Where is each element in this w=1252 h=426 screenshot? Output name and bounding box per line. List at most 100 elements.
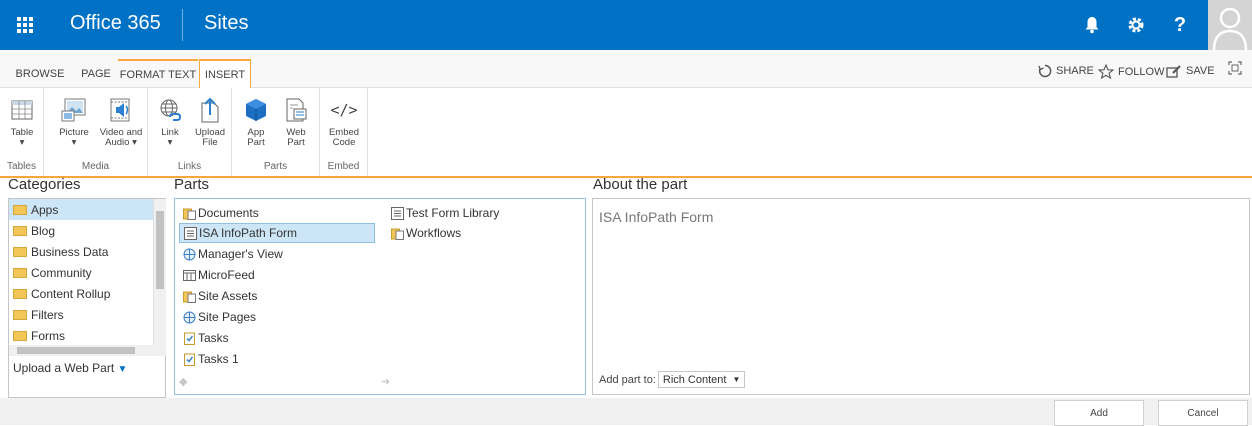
about-panel: ISA InfoPath Form Add part to: Rich Cont… <box>592 198 1250 395</box>
categories-panel: Apps Blog Business Data Community Conten… <box>8 198 166 398</box>
part-label: Manager's View <box>198 247 283 261</box>
add-part-to-label: Add part to: <box>599 373 656 386</box>
folder-icon <box>13 204 27 215</box>
group-parts: App Part Web Part Parts <box>232 88 320 176</box>
user-avatar[interactable] <box>1208 0 1252 50</box>
about-heading: About the part <box>593 176 688 193</box>
group-label-tables: Tables <box>7 161 36 172</box>
notifications-bell-icon[interactable] <box>1072 0 1112 50</box>
part-label: Tasks <box>198 331 229 345</box>
share-button[interactable]: SHARE <box>1038 64 1094 78</box>
footer-bar: Add Cancel <box>0 398 1252 426</box>
document-library-icon <box>183 290 196 303</box>
office365-brand-link[interactable]: Office 365 <box>70 12 161 35</box>
ribbon: Table ▾ Tables Picture ▾ Video and Audio… <box>0 88 1252 178</box>
parts-panel: Documents ISA InfoPath Form Manager's Vi… <box>174 198 586 395</box>
embed-label-2: Code <box>332 137 356 148</box>
tab-insert[interactable]: INSERT <box>199 59 251 89</box>
part-item-site-pages[interactable]: Site Pages <box>179 307 260 327</box>
web-part-button[interactable]: Web Part <box>278 94 314 148</box>
star-icon <box>1098 64 1114 79</box>
share-label: SHARE <box>1056 65 1094 77</box>
save-edit-icon <box>1166 65 1181 78</box>
upload-web-part-label: Upload a Web Part <box>13 361 115 375</box>
view-globe-icon <box>183 248 196 261</box>
group-label-parts: Parts <box>263 161 288 172</box>
embed-code-button[interactable]: </> Embed Code <box>326 94 362 148</box>
dropdown-arrow-icon: ▾ <box>167 137 173 148</box>
app-launcher-icon[interactable] <box>0 0 50 50</box>
selected-part-title: ISA InfoPath Form <box>599 209 714 225</box>
group-label-media: Media <box>81 161 110 172</box>
part-item-tasks[interactable]: Tasks <box>179 328 233 348</box>
link-button[interactable]: Link ▾ <box>152 94 188 148</box>
app-part-button[interactable]: App Part <box>238 94 274 148</box>
tab-browse[interactable]: BROWSE <box>14 59 66 89</box>
category-label: Apps <box>31 202 59 217</box>
web-part-icon <box>286 98 307 122</box>
add-part-to-select[interactable]: Rich Content ▼ <box>657 371 746 388</box>
categories-heading: Categories <box>8 176 81 193</box>
video-audio-label-2: Audio ▾ <box>105 137 137 148</box>
categories-vertical-scrollbar[interactable] <box>153 199 166 345</box>
categories-horizontal-scrollbar[interactable] <box>9 345 166 356</box>
folder-icon <box>13 288 27 299</box>
settings-gear-icon[interactable] <box>1116 0 1156 50</box>
tab-format-text[interactable]: FORMAT TEXT <box>118 59 198 89</box>
group-tables: Table ▾ Tables <box>0 88 44 176</box>
add-part-to-row: Add part to: Rich Content ▼ <box>599 371 746 388</box>
view-globe-icon <box>183 311 196 324</box>
folder-icon <box>13 309 27 320</box>
scroll-right-arrow-icon[interactable]: ➜ <box>381 375 390 388</box>
table-button[interactable]: Table ▾ <box>4 94 40 148</box>
video-and-audio-button[interactable]: Video and Audio ▾ <box>98 94 144 148</box>
category-label: Forms <box>31 328 65 343</box>
scrollbar-thumb[interactable] <box>17 347 135 354</box>
part-item-site-assets[interactable]: Site Assets <box>179 286 261 306</box>
part-item-test-form-library[interactable]: Test Form Library <box>387 203 503 223</box>
category-item-apps[interactable]: Apps <box>9 199 153 220</box>
part-label: Workflows <box>406 226 462 240</box>
focus-on-content-icon[interactable] <box>1228 61 1246 75</box>
sites-app-title[interactable]: Sites <box>204 12 248 35</box>
category-item-business-data[interactable]: Business Data <box>9 241 153 262</box>
category-item-forms[interactable]: Forms <box>9 325 153 345</box>
part-label: ISA InfoPath Form <box>199 226 298 240</box>
picture-button[interactable]: Picture ▾ <box>56 94 92 148</box>
folder-icon <box>13 267 27 278</box>
chevron-down-icon: ▼ <box>732 375 741 384</box>
category-item-blog[interactable]: Blog <box>9 220 153 241</box>
scroll-left-arrow-icon[interactable]: ◆ <box>179 375 187 388</box>
category-item-community[interactable]: Community <box>9 262 153 283</box>
share-icon <box>1038 64 1052 78</box>
category-label: Business Data <box>31 244 109 259</box>
folder-icon <box>13 246 27 257</box>
help-icon[interactable]: ? <box>1160 0 1200 50</box>
category-item-filters[interactable]: Filters <box>9 304 153 325</box>
suite-bar: Office 365 Sites ? <box>0 0 1252 50</box>
part-item-documents[interactable]: Documents <box>179 203 263 223</box>
scrollbar-thumb[interactable] <box>156 211 164 289</box>
group-embed: </> Embed Code Embed <box>320 88 368 176</box>
tab-page[interactable]: PAGE <box>76 59 116 89</box>
add-button[interactable]: Add <box>1054 400 1144 426</box>
part-label: Test Form Library <box>406 206 500 220</box>
part-item-isa-infopath-form[interactable]: ISA InfoPath Form <box>179 223 375 243</box>
category-label: Content Rollup <box>31 286 111 301</box>
category-label: Filters <box>31 307 64 322</box>
part-item-tasks-1[interactable]: Tasks 1 <box>179 349 243 369</box>
add-part-to-value: Rich Content <box>662 373 727 386</box>
task-list-icon <box>183 332 196 345</box>
upload-label-2: File <box>202 137 218 148</box>
save-button[interactable]: SAVE <box>1166 64 1215 78</box>
follow-label: FOLLOW <box>1118 65 1165 78</box>
part-item-microfeed[interactable]: MicroFeed <box>179 265 259 285</box>
part-label: Site Assets <box>198 289 258 303</box>
upload-web-part-link[interactable]: Upload a Web Part ▼ <box>13 361 127 375</box>
part-item-managers-view[interactable]: Manager's View <box>179 244 287 264</box>
part-item-workflows[interactable]: Workflows <box>387 223 465 243</box>
cancel-button[interactable]: Cancel <box>1158 400 1248 426</box>
follow-button[interactable]: FOLLOW <box>1098 64 1164 79</box>
upload-file-button[interactable]: Upload File <box>192 94 228 148</box>
category-item-content-rollup[interactable]: Content Rollup <box>9 283 153 304</box>
